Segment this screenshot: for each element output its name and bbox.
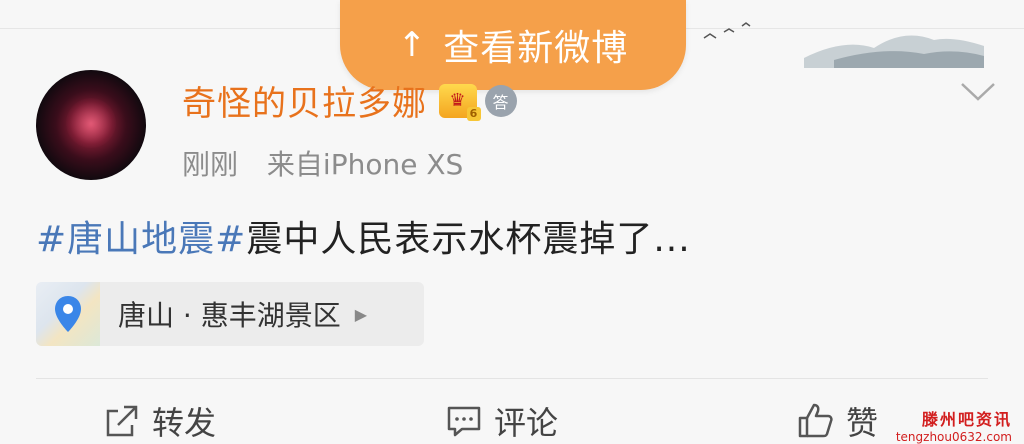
- repost-label: 转发: [152, 404, 217, 442]
- author-name[interactable]: 奇怪的贝拉多娜: [182, 76, 427, 125]
- watermark-url: tengzhou0632.com: [895, 430, 1012, 444]
- vip-crown-icon[interactable]: ♛: [439, 83, 481, 121]
- location-pin-icon: [55, 296, 81, 332]
- repost-icon: [106, 405, 138, 437]
- answer-badge-icon[interactable]: 答: [485, 84, 517, 117]
- topic-link[interactable]: #唐山地震#: [36, 219, 246, 260]
- chevron-down-icon[interactable]: [960, 82, 996, 102]
- like-button[interactable]: 赞: [796, 398, 878, 444]
- watermark: 滕州吧资讯 tengzhou0632.com: [896, 406, 1012, 444]
- arrow-up-icon: ↑: [397, 25, 428, 65]
- view-new-posts-label: 查看新微博: [443, 28, 629, 69]
- location-name: 唐山 · 惠丰湖景区: [118, 299, 341, 332]
- comment-label: 评论: [494, 404, 559, 442]
- actions-divider: [36, 378, 988, 379]
- avatar[interactable]: [36, 70, 146, 180]
- post-time: 刚刚: [182, 148, 239, 181]
- decorative-landscape: [703, 22, 984, 68]
- repost-button[interactable]: 转发: [104, 398, 216, 444]
- post-meta: 刚刚 来自iPhone XS: [182, 143, 483, 183]
- location-card[interactable]: 唐山 · 惠丰湖景区 ▶: [36, 282, 424, 346]
- post-text: 震中人民表示水杯震掉了...: [246, 219, 691, 260]
- comment-icon: [447, 406, 481, 437]
- thumbs-up-icon: [798, 403, 833, 438]
- author-row: 奇怪的贝拉多娜 ♛ 答: [182, 76, 517, 125]
- caret-right-icon: ▶: [354, 304, 368, 324]
- like-label: 赞: [846, 404, 879, 442]
- post-source: 来自iPhone XS: [266, 148, 464, 181]
- comment-button[interactable]: 评论: [446, 398, 558, 444]
- map-thumbnail: [36, 282, 100, 346]
- post-content: #唐山地震#震中人民表示水杯震掉了...: [36, 210, 691, 262]
- watermark-name: 滕州吧资讯: [921, 410, 1012, 429]
